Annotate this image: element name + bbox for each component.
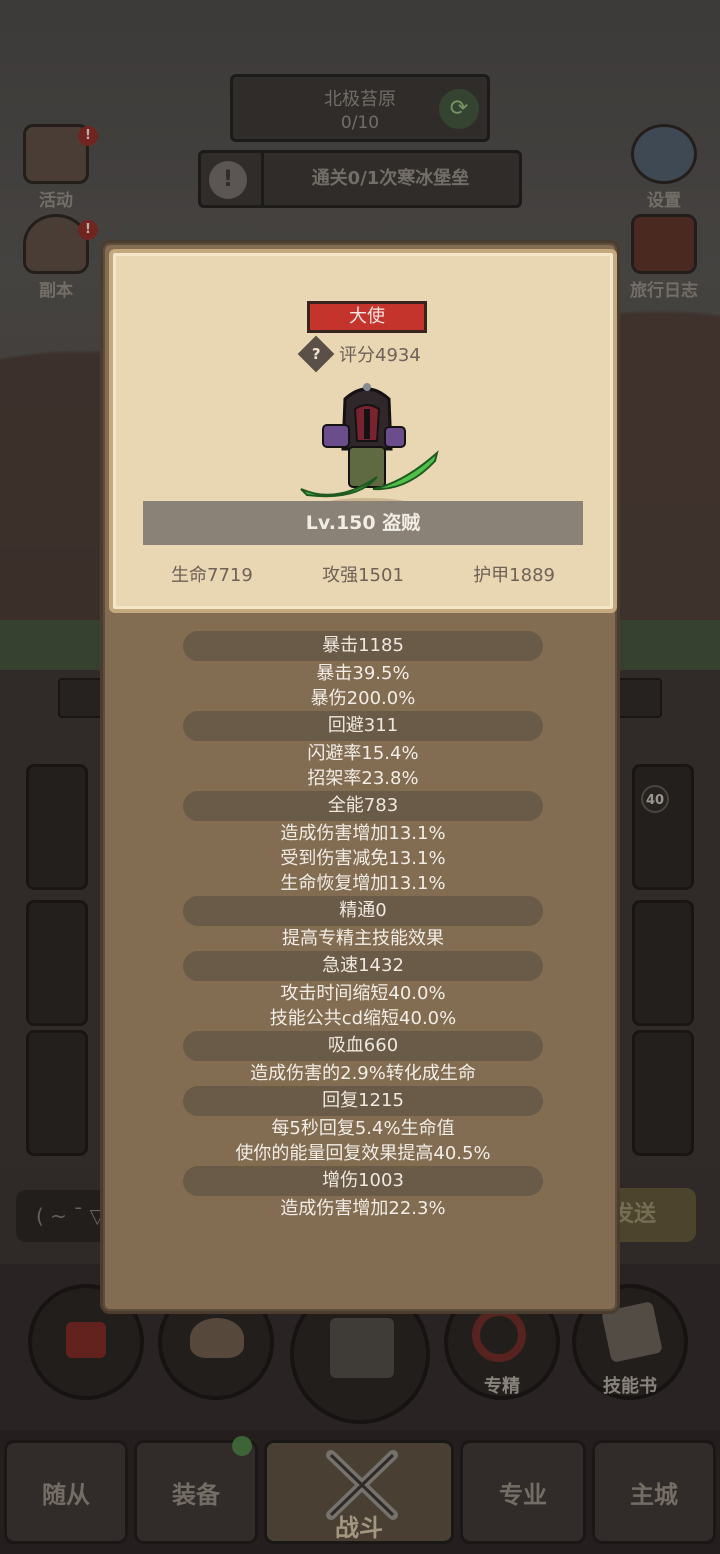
secondary-stats-list: 暴击1185 暴击39.5% 暴伤200.0% 回避311 闪避率15.4% 招架率23.…	[103, 631, 623, 1221]
health-stat: 生命7719	[171, 565, 253, 586]
stat-detail-line: 使你的能量回复效果提高40.5%	[235, 1143, 491, 1164]
stat-detail-line: 提高专精主技能效果	[282, 928, 444, 949]
stat-detail-line: 造成伤害增加22.3%	[280, 1198, 446, 1219]
character-card: 大使 ? 评分4934 Lv.150 盗贼 生命7719 攻强1501 护甲18…	[109, 249, 617, 613]
stat-detail-line: 技能公共cd缩短40.0%	[269, 1008, 457, 1029]
character-stats-popup: 大使 ? 评分4934 Lv.150 盗贼 生命7719 攻强1501 护甲18…	[100, 240, 620, 1314]
stat-group-title: 全能783	[183, 791, 543, 821]
rank-badge: 大使	[307, 301, 427, 333]
character-portrait	[300, 383, 439, 508]
score-row: ? 评分4934	[297, 335, 421, 373]
stat-group-title: 暴击1185	[183, 631, 543, 661]
stat-group-title: 增伤1003	[183, 1166, 543, 1196]
stat-detail-line: 闪避率15.4%	[307, 743, 419, 764]
stat-detail-line: 暴伤200.0%	[310, 688, 416, 709]
score-text: 评分4934	[339, 345, 421, 366]
help-icon[interactable]: ?	[297, 335, 335, 373]
stat-group-title: 吸血660	[183, 1031, 543, 1061]
stat-detail-line: 暴击39.5%	[316, 663, 410, 684]
stat-group-title: 回复1215	[183, 1086, 543, 1116]
stat-detail-line: 造成伤害增加13.1%	[280, 823, 446, 844]
stat-detail-line: 受到伤害减免13.1%	[280, 848, 446, 869]
stat-detail-line: 招架率23.8%	[307, 768, 419, 789]
stat-detail-line: 攻击时间缩短40.0%	[280, 983, 446, 1004]
stat-detail-line: 生命恢复增加13.1%	[280, 873, 446, 894]
armor-stat: 护甲1889	[473, 565, 555, 586]
stat-group-title: 回避311	[183, 711, 543, 741]
stat-detail-line: 每5秒回复5.4%生命值	[271, 1118, 455, 1139]
stat-group-title: 急速1432	[183, 951, 543, 981]
base-stats: 生命7719 攻强1501 护甲1889	[143, 561, 583, 597]
stat-group-title: 精通0	[183, 896, 543, 926]
stat-detail-line: 造成伤害的2.9%转化成生命	[250, 1063, 476, 1084]
level-class-bar: Lv.150 盗贼	[143, 501, 583, 545]
attack-power-stat: 攻强1501	[322, 565, 404, 586]
